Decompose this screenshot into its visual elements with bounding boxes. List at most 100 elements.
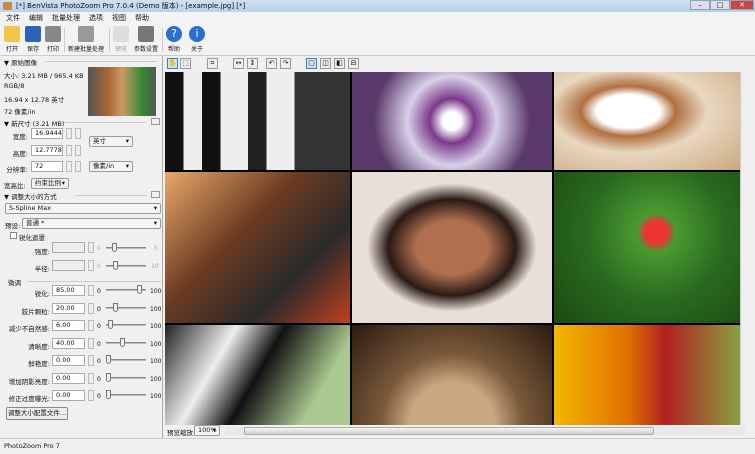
help-button[interactable]: ? 帮助: [166, 26, 182, 53]
original-header[interactable]: ▼ 原始图像: [4, 57, 37, 67]
finetune-label: 清晰度:: [28, 342, 50, 351]
finetune-spinner[interactable]: [88, 337, 94, 349]
finetune-slider-thumb[interactable]: [106, 390, 111, 399]
unit-select[interactable]: 英寸: [89, 136, 133, 147]
settings-panel: ▼ 原始图像 大小: 3.21 MB / 965.4 KB RGB/8 16.9…: [0, 56, 163, 438]
resolution-unit-select[interactable]: 像素/in: [89, 161, 133, 172]
zoom-select[interactable]: 100%: [194, 425, 220, 436]
finetune-slider[interactable]: [106, 341, 146, 344]
new-batch-button[interactable]: 新建批量处理: [68, 26, 104, 53]
finetune-max: 100: [150, 358, 162, 365]
about-button[interactable]: i 关于: [189, 26, 205, 53]
menu-help[interactable]: 帮助: [135, 12, 149, 25]
finetune-spinner[interactable]: [88, 355, 94, 366]
width-spinner[interactable]: [66, 128, 72, 139]
preset-select[interactable]: 普通 *: [22, 218, 161, 229]
finetune-slider-thumb[interactable]: [120, 337, 126, 347]
height-input[interactable]: 12.7778: [31, 145, 63, 156]
finetune-label: 胶片颗粒:: [21, 307, 50, 316]
method-more-button[interactable]: [151, 191, 160, 198]
radius-thumb[interactable]: [113, 261, 118, 270]
menu-file[interactable]: 文件: [6, 12, 20, 25]
strength-thumb[interactable]: [112, 243, 117, 252]
preview-button[interactable]: 预览: [113, 26, 129, 53]
select-tool-icon[interactable]: ⬚: [180, 58, 191, 69]
original-dims: 16.94 x 12.78 英寸: [4, 96, 65, 104]
radius-slider[interactable]: [106, 265, 146, 267]
menu-batch[interactable]: 批量处理: [52, 12, 80, 25]
width-input[interactable]: 16.9444: [31, 128, 63, 139]
finetune-input[interactable]: 6.00: [52, 320, 85, 331]
finetune-spinner[interactable]: [88, 372, 94, 384]
strength-input[interactable]: [52, 242, 85, 253]
newsize-header[interactable]: ▼ 新尺寸 (3.21 MB): [4, 118, 64, 128]
finetune-slider-thumb[interactable]: [113, 302, 119, 312]
finetune-spinner[interactable]: [88, 285, 94, 296]
algorithm-select[interactable]: S-Spline Max: [5, 203, 161, 214]
horizontal-scrollbar[interactable]: [225, 427, 745, 435]
minimize-button[interactable]: –: [690, 0, 710, 10]
finetune-input[interactable]: 20.00: [52, 302, 85, 314]
finetune-input[interactable]: 0.00: [52, 390, 85, 401]
butterfly-photo: [165, 325, 350, 425]
method-header[interactable]: ▼ 调整大小的方式: [4, 191, 57, 201]
scroll-thumb[interactable]: [244, 427, 654, 435]
original-mode: RGB/8: [4, 82, 25, 90]
finetune-input[interactable]: 0.00: [52, 372, 85, 384]
thumbnail-image: [88, 67, 156, 116]
unsharp-checkbox[interactable]: [10, 232, 17, 239]
title-bar: [*] BenVista PhotoZoom Pro 7.0.4 (Demo 版…: [0, 0, 755, 12]
finetune-spinner[interactable]: [88, 302, 94, 314]
radius-input[interactable]: [52, 260, 85, 271]
print-button[interactable]: 打印: [45, 26, 61, 53]
finetune-slider[interactable]: [106, 306, 146, 309]
side-by-side-icon[interactable]: ◧: [334, 58, 345, 69]
window-title: [*] BenVista PhotoZoom Pro 7.0.4 (Demo 版…: [16, 2, 246, 10]
aspect-select[interactable]: 约束比例: [31, 178, 69, 189]
fit-height-icon[interactable]: ↕: [247, 58, 258, 69]
vertical-scrollbar[interactable]: [740, 72, 750, 425]
rotate-left-icon[interactable]: ↶: [266, 58, 277, 69]
finetune-max: 100: [150, 288, 162, 295]
resize-profile-button[interactable]: 调整大小配置文件...: [6, 407, 68, 420]
single-view-icon[interactable]: ▢: [306, 58, 317, 69]
crop-icon[interactable]: ⌗: [207, 58, 218, 69]
more-button[interactable]: [151, 118, 160, 125]
fit-width-icon[interactable]: ↔: [233, 58, 244, 69]
resolution-link-button[interactable]: [75, 161, 81, 172]
width-link-button[interactable]: [75, 128, 81, 139]
hand-tool-icon[interactable]: ✋: [167, 58, 178, 69]
finetune-label: 减少不自然感:: [8, 325, 50, 333]
open-button[interactable]: 打开: [4, 26, 20, 53]
radius-spinner[interactable]: [88, 260, 94, 271]
height-spinner[interactable]: [66, 145, 72, 156]
finetune-slider-thumb[interactable]: [106, 372, 111, 382]
finetune-input[interactable]: 0.00: [52, 355, 85, 366]
height-link-button[interactable]: [75, 145, 81, 156]
save-button[interactable]: 保存: [25, 26, 41, 53]
strength-spinner[interactable]: [88, 242, 94, 253]
finetune-input[interactable]: 85.00: [52, 285, 85, 296]
finetune-slider[interactable]: [106, 376, 146, 379]
menu-view[interactable]: 视图: [112, 12, 126, 25]
resolution-input[interactable]: 72: [31, 161, 63, 172]
stacked-view-icon[interactable]: ⊟: [348, 58, 359, 69]
finetune-slider[interactable]: [106, 394, 146, 396]
preview-image[interactable]: [165, 72, 740, 425]
finetune-spinner[interactable]: [88, 320, 94, 331]
menu-options[interactable]: 选项: [89, 12, 103, 25]
menu-edit[interactable]: 编辑: [29, 12, 43, 25]
finetune-input[interactable]: 40.00: [52, 337, 85, 349]
maximize-button[interactable]: □: [710, 0, 730, 10]
close-button[interactable]: ✕: [730, 0, 754, 10]
finetune-max: 100: [150, 323, 162, 330]
finetune-slider-thumb[interactable]: [108, 320, 114, 329]
resolution-spinner[interactable]: [66, 161, 72, 172]
finetune-slider-thumb[interactable]: [106, 355, 111, 364]
rotate-right-icon[interactable]: ↷: [280, 58, 291, 69]
finetune-slider[interactable]: [106, 359, 146, 361]
finetune-spinner[interactable]: [88, 390, 94, 401]
finetune-slider-thumb[interactable]: [136, 285, 142, 294]
split-view-icon[interactable]: ◫: [320, 58, 331, 69]
settings-button[interactable]: 参数设置: [134, 26, 158, 53]
